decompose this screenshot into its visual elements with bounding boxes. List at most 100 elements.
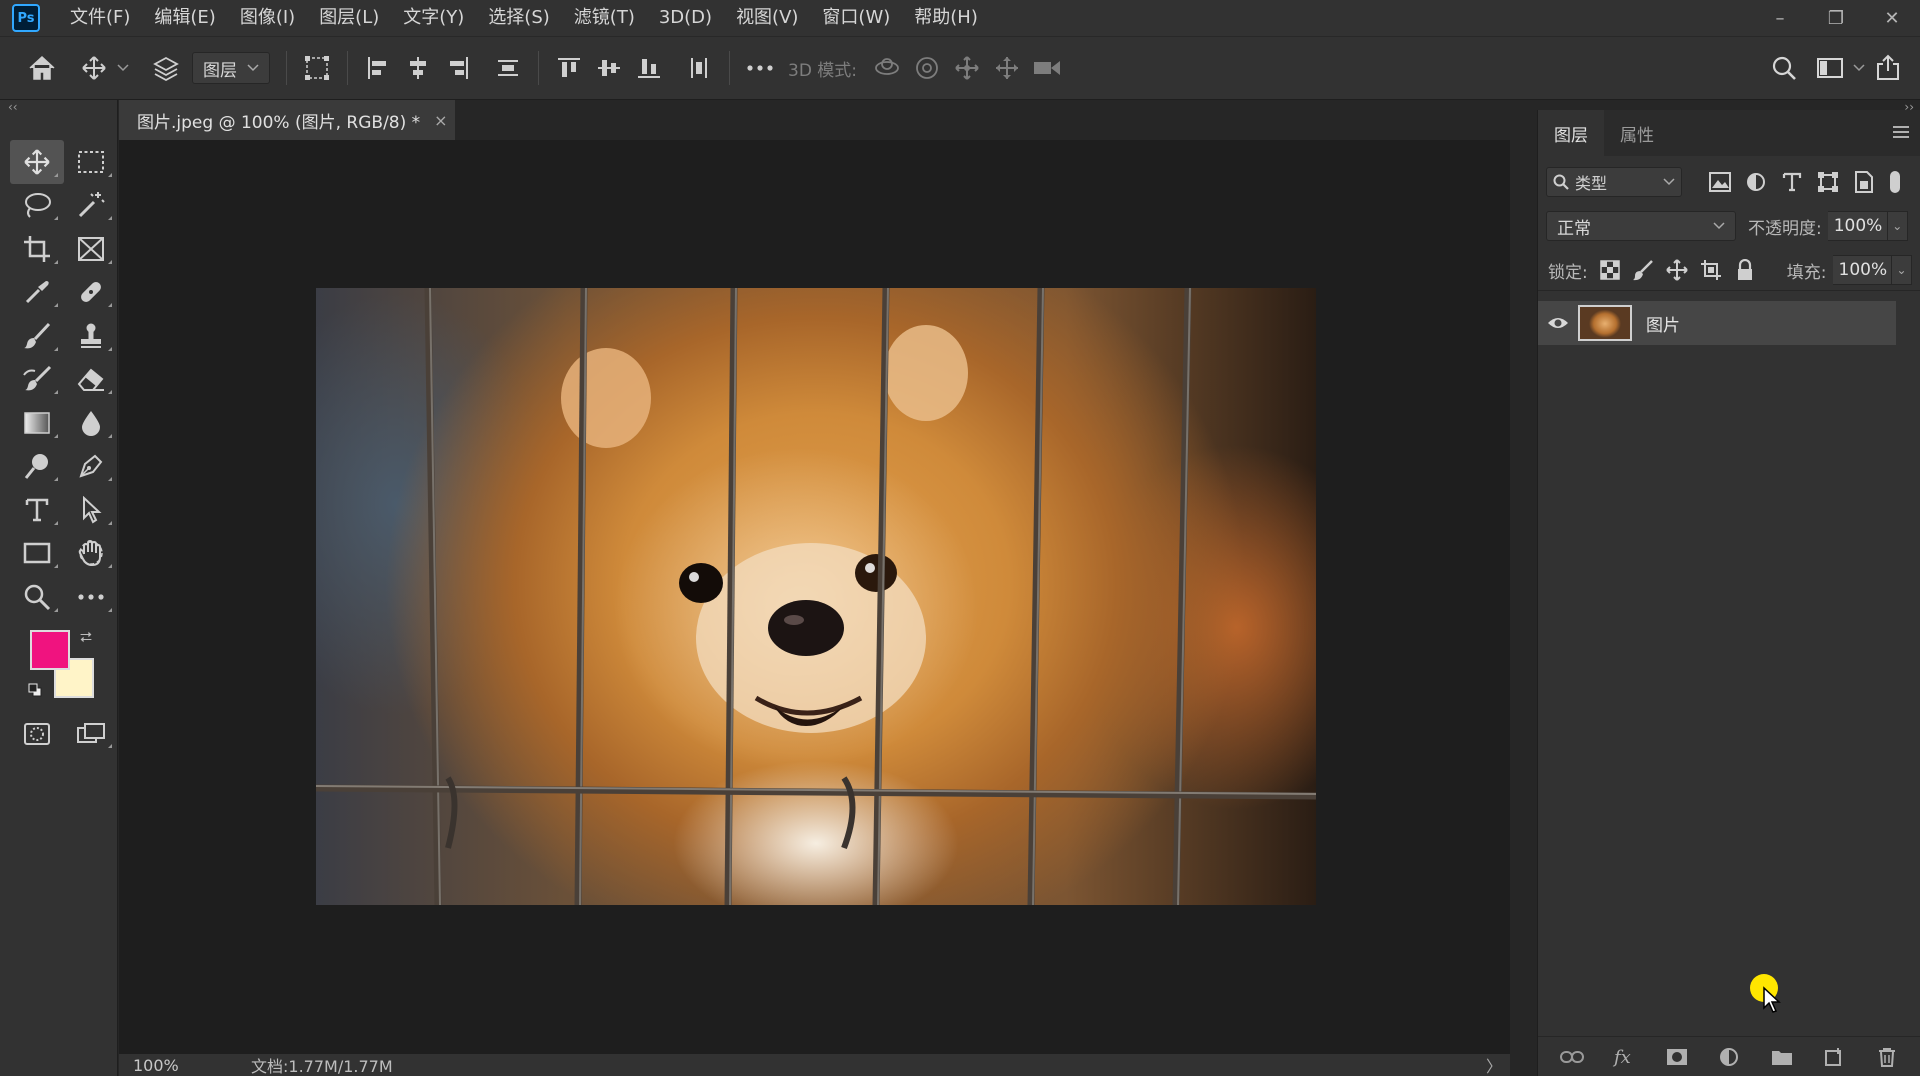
orbit-3d-icon[interactable] [867,48,907,88]
menu-image[interactable]: 图像(I) [228,0,307,36]
canvas-area[interactable] [119,140,1510,1054]
lock-image-pixels-icon[interactable] [1632,258,1656,282]
align-top-icon[interactable] [549,48,589,88]
dodge-tool[interactable] [10,445,64,489]
eraser-tool[interactable] [64,358,118,402]
history-brush-tool[interactable] [10,358,64,402]
pixel-layer-filter-icon[interactable] [1708,170,1732,194]
share-icon[interactable] [1868,48,1908,88]
opacity-dropdown-arrow[interactable]: ⌄ [1887,211,1908,241]
home-icon[interactable] [22,48,62,88]
align-left-icon[interactable] [358,48,398,88]
menu-file[interactable]: 文件(F) [58,0,142,36]
pen-tool[interactable] [64,445,118,489]
collapse-right-icon[interactable]: ›› [1904,100,1914,114]
move-tool[interactable] [10,140,64,184]
lock-transparent-pixels-icon[interactable] [1598,258,1622,282]
edit-toolbar-more[interactable] [64,575,118,619]
layers-stack-icon[interactable] [146,48,186,88]
lasso-tool[interactable] [10,184,64,228]
default-colors-icon[interactable] [28,682,42,697]
status-menu-arrow[interactable]: 〉 [1486,1053,1502,1076]
panel-menu-icon[interactable] [1892,124,1910,143]
link-layers-icon[interactable] [1558,1043,1586,1071]
document-image[interactable] [316,288,1316,905]
new-adjustment-layer-icon[interactable] [1715,1043,1743,1071]
close-tab-icon[interactable]: × [434,111,447,130]
transform-controls-icon[interactable] [297,48,337,88]
tab-properties[interactable]: 属性 [1604,110,1670,156]
align-bottom-icon[interactable] [629,48,669,88]
horizontal-type-tool[interactable] [10,488,64,532]
more-options-icon[interactable] [740,48,780,88]
eye-icon[interactable] [1538,316,1578,330]
slide-3d-icon[interactable] [987,48,1027,88]
lock-position-icon[interactable] [1665,258,1689,282]
menu-filter[interactable]: 滤镜(T) [562,0,647,36]
frame-tool[interactable] [64,227,118,271]
new-group-folder-icon[interactable] [1768,1043,1796,1071]
menu-view[interactable]: 视图(V) [724,0,810,36]
pan-3d-icon[interactable] [947,48,987,88]
filter-toggle[interactable] [1890,171,1900,193]
crop-tool[interactable] [10,227,64,271]
layer-filter-dropdown[interactable]: 类型 [1546,167,1682,197]
rectangle-tool[interactable] [10,532,64,576]
menu-3d[interactable]: 3D(D) [647,0,724,36]
spot-healing-brush-tool[interactable] [64,271,118,315]
close-button[interactable]: ✕ [1864,0,1920,36]
delete-layer-trash-icon[interactable] [1873,1043,1901,1071]
add-mask-icon[interactable] [1663,1043,1691,1071]
foreground-color-swatch[interactable] [30,630,70,670]
roll-3d-icon[interactable] [907,48,947,88]
opacity-input[interactable]: 100% [1827,211,1888,241]
screen-mode-button[interactable] [64,712,118,755]
fill-input[interactable]: 100% [1832,255,1893,285]
zoom-level[interactable]: 100% [119,1056,191,1075]
zoom-tool[interactable] [10,575,64,619]
chevron-down-icon[interactable] [114,48,132,88]
workspace-icon[interactable] [1810,48,1850,88]
chevron-down-icon[interactable] [1850,48,1868,88]
video-camera-3d-icon[interactable] [1027,48,1067,88]
shape-layer-filter-icon[interactable] [1816,170,1840,194]
menu-type[interactable]: 文字(Y) [391,0,476,36]
collapse-left-icon[interactable]: ‹‹ [8,100,18,114]
menu-window[interactable]: 窗口(W) [810,0,902,36]
path-selection-tool[interactable] [64,488,118,532]
blend-mode-dropdown[interactable]: 正常 [1546,211,1736,241]
layer-style-fx-icon[interactable]: fx [1611,1043,1639,1071]
menu-help[interactable]: 帮助(H) [902,0,990,36]
eyedropper-tool[interactable] [10,271,64,315]
magic-wand-tool[interactable] [64,184,118,228]
blur-tool[interactable] [64,401,118,445]
menu-layer[interactable]: 图层(L) [307,0,391,36]
brush-tool[interactable] [10,314,64,358]
align-right-icon[interactable] [438,48,478,88]
menu-edit[interactable]: 编辑(E) [142,0,227,36]
quick-mask-button[interactable] [10,712,64,755]
document-tab[interactable]: 图片.jpeg @ 100% (图片, RGB/8) * × [119,100,455,140]
layer-row[interactable]: 图片 [1538,301,1896,345]
rectangular-marquee-tool[interactable] [64,140,118,184]
smart-object-filter-icon[interactable] [1852,170,1876,194]
clone-stamp-tool[interactable] [64,314,118,358]
lock-all-icon[interactable] [1733,258,1757,282]
distribute-vertical-icon[interactable] [488,48,528,88]
fill-dropdown-arrow[interactable]: ⌄ [1892,255,1912,285]
layer-name[interactable]: 图片 [1646,311,1680,336]
gradient-tool[interactable] [10,401,64,445]
lock-artboard-icon[interactable] [1699,258,1723,282]
align-vertical-center-icon[interactable] [589,48,629,88]
type-layer-filter-icon[interactable] [1780,170,1804,194]
new-layer-icon[interactable] [1820,1043,1848,1071]
hand-tool[interactable] [64,532,118,576]
tab-layers[interactable]: 图层 [1538,110,1604,156]
swap-colors-icon[interactable]: ⮂ [80,628,92,646]
move-tool-icon[interactable] [74,48,114,88]
search-icon[interactable] [1764,48,1804,88]
auto-select-dropdown[interactable]: 图层 [192,52,270,84]
align-horizontal-center-icon[interactable] [398,48,438,88]
minimize-button[interactable]: – [1752,0,1808,36]
adjustment-layer-filter-icon[interactable] [1744,170,1768,194]
